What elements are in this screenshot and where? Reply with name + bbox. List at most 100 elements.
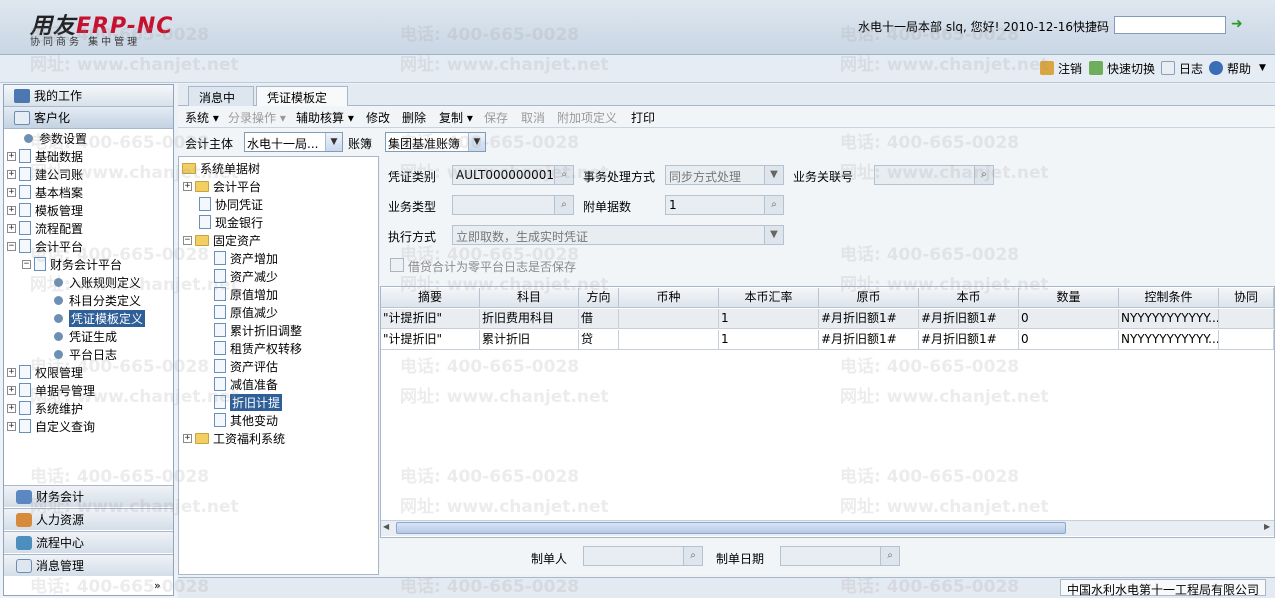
module-message[interactable]: 消息管理 [4, 554, 173, 576]
collapse-icon[interactable]: − [183, 235, 192, 245]
nav-item-billno[interactable]: + 单据号管理 [7, 381, 95, 399]
maker-field[interactable]: ⌕ [583, 546, 703, 566]
tab-voucher-template[interactable]: 凭证模板定义 [256, 86, 348, 122]
tree-node[interactable]: − 固定资产 [183, 231, 261, 249]
expand-icon[interactable]: + [7, 205, 16, 215]
menu-aux[interactable]: 辅助核算 ▾ [296, 109, 354, 126]
expand-icon[interactable]: + [7, 151, 16, 161]
tree-leaf[interactable]: 资产减少 [214, 267, 278, 285]
expand-icon[interactable]: + [7, 223, 16, 233]
date-field[interactable]: ⌕ [780, 546, 900, 566]
table-cell[interactable]: #月折旧额1# [819, 309, 919, 329]
scrollbar-thumb[interactable] [396, 522, 1066, 534]
col-header[interactable]: 本币汇率 [719, 288, 819, 308]
entity-select[interactable]: 水电十一局... ▼ [244, 132, 343, 152]
nav-item-acct-platform[interactable]: − 会计平台 [7, 237, 83, 255]
nav-item-template[interactable]: + 模板管理 [7, 201, 83, 219]
col-header[interactable]: 数量 [1019, 288, 1119, 308]
nav-item-platform-log[interactable]: 平台日志 [54, 345, 117, 363]
help-button[interactable]: 帮助 ▼ [1209, 60, 1266, 76]
search-icon[interactable]: ⌕ [554, 166, 573, 184]
menu-copy[interactable]: 复制 ▾ [439, 109, 473, 126]
tree-leaf[interactable]: 减值准备 [214, 375, 278, 393]
client-header[interactable]: 客户化 [4, 107, 173, 129]
module-hr[interactable]: 人力资源 [4, 508, 173, 530]
logout-button[interactable]: 注销 [1040, 60, 1082, 76]
tree-node[interactable]: + 会计平台 [183, 177, 261, 195]
collapse-chevron-icon[interactable]: » [154, 579, 161, 592]
search-icon[interactable]: ⌕ [974, 166, 993, 184]
nav-item-company[interactable]: + 建公司账 [7, 165, 83, 183]
col-header[interactable]: 方向 [579, 288, 619, 308]
table-cell[interactable]: NYYYYYYYYYYY... [1119, 309, 1219, 329]
nav-item-basedata[interactable]: + 基础数据 [7, 147, 83, 165]
menu-addon[interactable]: 附加项定义 [557, 109, 617, 126]
my-work-header[interactable]: 我的工作 [4, 85, 173, 107]
table-cell[interactable]: #月折旧额1# [919, 309, 1019, 329]
tree-node[interactable]: + 工资福利系统 [183, 429, 285, 447]
nav-item-sysmaint[interactable]: + 系统维护 [7, 399, 83, 417]
col-header[interactable]: 原币 [819, 288, 919, 308]
table-cell[interactable]: 0 [1019, 309, 1119, 329]
table-cell[interactable]: 借 [579, 309, 619, 329]
menu-delete[interactable]: 删除 [402, 109, 426, 126]
tree-leaf[interactable]: 原值减少 [214, 303, 278, 321]
col-header[interactable]: 协同 [1219, 288, 1274, 308]
search-icon[interactable]: ⌕ [683, 547, 702, 565]
table-cell[interactable] [1219, 309, 1274, 329]
collapse-icon[interactable]: − [22, 259, 31, 269]
table-cell[interactable]: 1 [719, 330, 819, 350]
table-cell[interactable]: 折旧费用科目 [480, 309, 579, 329]
tree-node[interactable]: 现金银行 [199, 213, 263, 231]
search-icon[interactable]: ⌕ [764, 196, 783, 214]
collapse-icon[interactable]: − [7, 241, 16, 251]
table-cell[interactable]: 累计折旧 [480, 330, 579, 350]
tree-leaf[interactable]: 资产评估 [214, 357, 278, 375]
nav-item-voucher-gen[interactable]: 凭证生成 [54, 327, 117, 345]
nav-item-fin-platform[interactable]: − 财务会计平台 [22, 255, 122, 273]
expand-icon[interactable]: + [7, 367, 16, 377]
tree-leaf[interactable]: 其他变动 [214, 411, 278, 429]
menu-batch[interactable]: 分录操作 ▾ [228, 109, 286, 126]
table-cell[interactable]: 1 [719, 309, 819, 329]
tree-leaf[interactable]: 租赁产权转移 [214, 339, 302, 357]
nav-item-rule-def[interactable]: 入账规则定义 [54, 273, 141, 291]
biztype-field[interactable]: ⌕ [452, 195, 574, 215]
log-button[interactable]: 日志 [1161, 60, 1203, 76]
table-cell[interactable]: "计提折旧" [381, 309, 480, 329]
tree-leaf[interactable]: 原值增加 [214, 285, 278, 303]
tree-node[interactable]: 协同凭证 [199, 195, 263, 213]
bizref-field[interactable]: ⌕ [874, 165, 994, 185]
expand-icon[interactable]: + [7, 169, 16, 179]
col-header[interactable]: 币种 [619, 288, 719, 308]
col-header[interactable]: 控制条件 [1119, 288, 1219, 308]
module-flow[interactable]: 流程中心 [4, 531, 173, 553]
nav-item-archive[interactable]: + 基本档案 [7, 183, 83, 201]
go-arrow-icon[interactable]: ➜ [1231, 17, 1245, 31]
menu-save[interactable]: 保存 [484, 109, 508, 126]
menu-system[interactable]: 系统 ▾ [185, 109, 219, 126]
scroll-right-icon[interactable]: ▶ [1264, 522, 1270, 531]
tab-message-center[interactable]: 消息中心 [188, 86, 254, 122]
menu-cancel[interactable]: 取消 [521, 109, 545, 126]
tree-root[interactable]: 系统单据树 [182, 159, 260, 177]
expand-icon[interactable]: + [7, 187, 16, 197]
calendar-icon[interactable]: ⌕ [880, 547, 899, 565]
table-cell[interactable]: #月折旧额1# [819, 330, 919, 350]
table-cell[interactable] [1219, 330, 1274, 350]
nav-item-flow[interactable]: + 流程配置 [7, 219, 83, 237]
nav-item-custom-query[interactable]: + 自定义查询 [7, 417, 95, 435]
table-cell[interactable]: NYYYYYYYYYYY... [1119, 330, 1219, 350]
quick-code-input[interactable] [1114, 16, 1226, 34]
col-header[interactable]: 摘要 [381, 288, 480, 308]
expand-icon[interactable]: + [7, 385, 16, 395]
menu-print[interactable]: 打印 [631, 109, 655, 126]
table-cell[interactable]: #月折旧额1# [919, 330, 1019, 350]
voucher-type-field[interactable]: AULT000000001") ⌕ [452, 165, 574, 185]
tree-leaf[interactable]: 累计折旧调整 [214, 321, 302, 339]
menu-edit[interactable]: 修改 [366, 109, 390, 126]
module-finance[interactable]: 财务会计 [4, 485, 173, 507]
nav-item-voucher-template[interactable]: 凭证模板定义 [54, 309, 146, 327]
search-icon[interactable]: ⌕ [554, 196, 573, 214]
col-header[interactable]: 本币 [919, 288, 1019, 308]
